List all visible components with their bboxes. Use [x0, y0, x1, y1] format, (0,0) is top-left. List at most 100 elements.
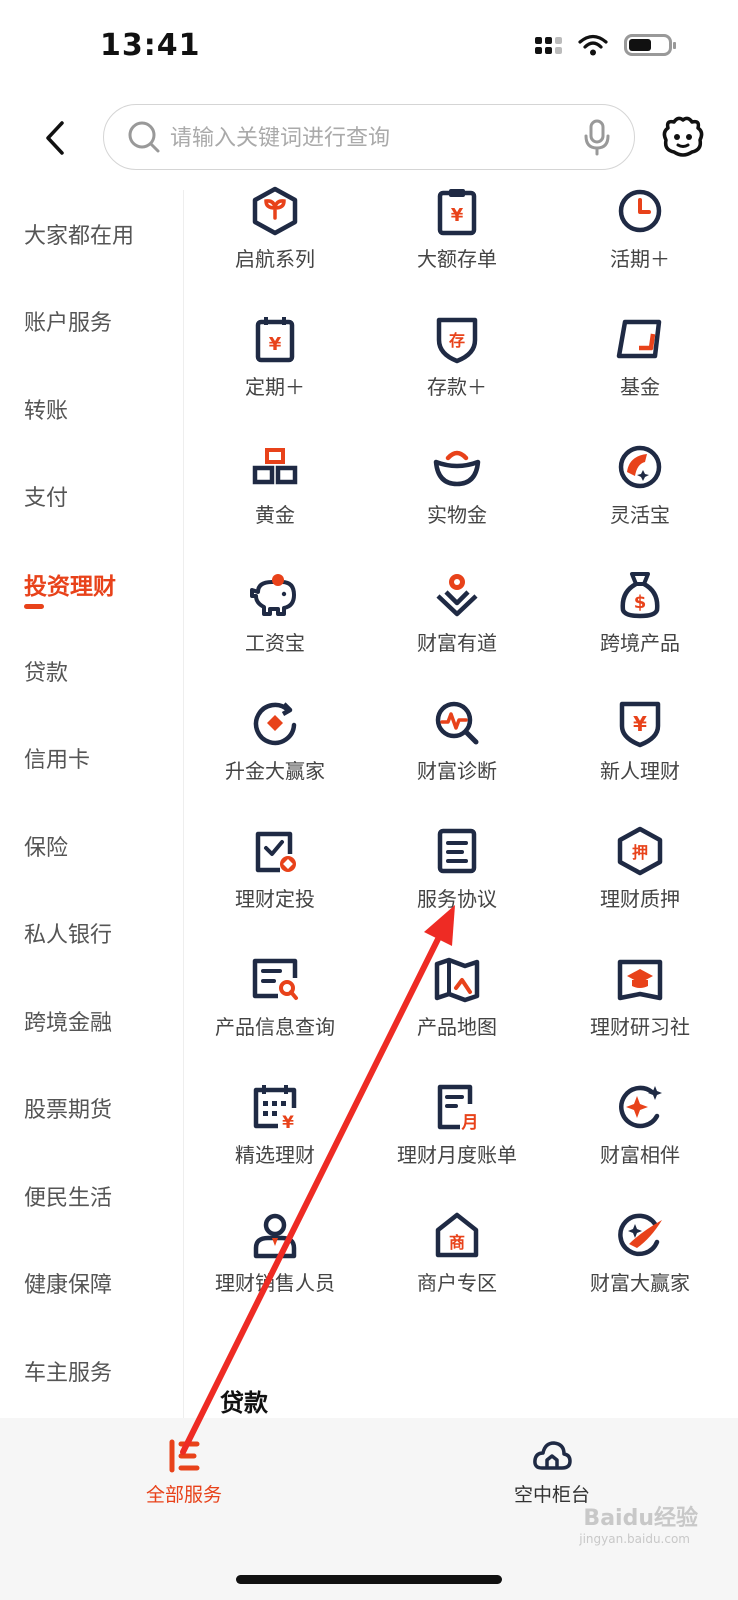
search-icon: [128, 121, 160, 153]
service-label: 商户专区: [417, 1271, 497, 1295]
location-diamond-icon: [436, 574, 478, 617]
category-sidebar: 大家都在用 账户服务 转账 支付 投资理财 贷款 信用卡 保险 私人银行 跨境金…: [0, 190, 184, 1420]
service-agreement[interactable]: 服务协议: [366, 826, 548, 912]
document-lines-icon: [437, 828, 477, 874]
service-label: 理财质押: [600, 887, 680, 911]
rocket-circle-icon: [618, 1213, 662, 1257]
service-rising-gold-winner[interactable]: 升金大赢家: [184, 698, 366, 784]
service-label: 理财销售人员: [215, 1271, 335, 1295]
service-label: 产品信息查询: [215, 1015, 335, 1039]
sidebar-item-loans[interactable]: 贷款: [24, 655, 68, 687]
service-qihang-series[interactable]: 启航系列: [184, 186, 366, 272]
status-time: 13:41: [100, 28, 201, 63]
sidebar-item-payment[interactable]: 支付: [24, 480, 68, 512]
service-label: 存款＋: [427, 375, 487, 399]
sidebar-item-life-services[interactable]: 便民生活: [24, 1180, 112, 1212]
service-newcomer-wealth[interactable]: ¥ 新人理财: [549, 698, 731, 784]
service-gold[interactable]: 黄金: [184, 442, 366, 528]
watermark-text: Baidu经验: [583, 1506, 698, 1531]
sidebar-item-credit-card[interactable]: 信用卡: [24, 742, 90, 774]
service-wealth-big-winner[interactable]: 财富大赢家: [549, 1210, 731, 1296]
assistant-robot-icon[interactable]: [660, 116, 706, 160]
sidebar-item-car-owner[interactable]: 车主服务: [24, 1355, 112, 1387]
sidebar-item-stocks-futures[interactable]: 股票期货: [24, 1092, 112, 1124]
search-bar[interactable]: [103, 104, 635, 170]
sidebar-item-popular[interactable]: 大家都在用: [24, 218, 134, 250]
service-demand-plus[interactable]: 活期＋: [549, 186, 731, 272]
service-wealth-companion[interactable]: 财富相伴: [549, 1082, 731, 1168]
service-large-deposit[interactable]: ¥ 大额存单: [366, 186, 548, 272]
service-wealth-way[interactable]: 财富有道: [366, 570, 548, 656]
tab-all-services[interactable]: 全部服务: [84, 1438, 284, 1507]
service-label: 理财定投: [235, 887, 315, 911]
back-arrow-icon[interactable]: [40, 118, 70, 158]
gold-bars-icon: [252, 448, 298, 485]
shield-yuan-icon: ¥: [619, 701, 661, 748]
sidebar-item-investment[interactable]: 投资理财: [24, 567, 116, 601]
section-heading-loans: 贷款: [220, 1389, 268, 1417]
sidebar-item-transfer[interactable]: 转账: [24, 393, 68, 425]
search-row: [0, 100, 738, 180]
sidebar-item-account-services[interactable]: 账户服务: [24, 305, 112, 337]
service-label: 大额存单: [417, 247, 497, 271]
service-salary-treasure[interactable]: 工资宝: [184, 570, 366, 656]
service-wealth-study-club[interactable]: 理财研习社: [549, 954, 731, 1040]
pledge-hexagon-icon: 押: [617, 826, 663, 876]
microphone-icon[interactable]: [582, 119, 612, 157]
service-label: 实物金: [427, 503, 487, 527]
calendar-yuan-icon: ¥: [255, 317, 295, 363]
service-deposit-plus[interactable]: 存 存款＋: [366, 314, 548, 400]
cloud-counter-icon: [533, 1441, 572, 1470]
tab-cloud-counter[interactable]: 空中柜台: [452, 1438, 652, 1507]
service-label: 跨境产品: [600, 631, 680, 655]
map-icon: [434, 957, 480, 1003]
service-monthly-statement[interactable]: 月 理财月度账单: [366, 1082, 548, 1168]
service-cross-border-products[interactable]: $ 跨境产品: [549, 570, 731, 656]
sidebar-item-insurance[interactable]: 保险: [24, 830, 68, 862]
search-input[interactable]: [168, 115, 552, 161]
service-label: 理财研习社: [590, 1015, 690, 1039]
service-fixed-plus[interactable]: ¥ 定期＋: [184, 314, 366, 400]
service-wealth-pledge[interactable]: 押 理财质押: [549, 826, 731, 912]
service-physical-gold[interactable]: 实物金: [366, 442, 548, 528]
bottom-tab-bar: 全部服务 空中柜台 Baidu经验 jingyan.baidu.com: [0, 1418, 738, 1600]
service-merchant-zone[interactable]: 商 商户专区: [366, 1210, 548, 1296]
service-product-info-query[interactable]: 产品信息查询: [184, 954, 366, 1040]
fund-frame-icon: [616, 319, 662, 359]
home-indicator[interactable]: [236, 1575, 502, 1584]
service-product-map[interactable]: 产品地图: [366, 954, 548, 1040]
service-label: 定期＋: [245, 375, 305, 399]
svg-text:¥: ¥: [633, 712, 647, 736]
graduation-cap-icon: [617, 959, 663, 1001]
sidebar-item-cross-border[interactable]: 跨境金融: [24, 1005, 112, 1037]
service-label: 产品地图: [417, 1015, 497, 1039]
sparkle-circle-icon: [619, 1085, 662, 1129]
all-services-icon: [169, 1439, 200, 1473]
service-flexible-treasure[interactable]: 灵活宝: [549, 442, 731, 528]
service-wealth-auto-invest[interactable]: 理财定投: [184, 826, 366, 912]
target-rotate-icon: [253, 702, 297, 746]
sidebar-item-private-banking[interactable]: 私人银行: [24, 917, 112, 949]
service-wealth-diagnosis[interactable]: 财富诊断: [366, 698, 548, 784]
service-selected-wealth[interactable]: ¥ 精选理财: [184, 1082, 366, 1168]
service-sales-staff[interactable]: 理财销售人员: [184, 1210, 366, 1296]
service-label: 财富相伴: [600, 1143, 680, 1167]
service-fund[interactable]: 基金: [549, 314, 731, 400]
service-label: 黄金: [255, 503, 295, 527]
service-label: 财富诊断: [417, 759, 497, 783]
clipboard-yuan-icon: ¥: [437, 189, 477, 236]
clock-icon: [618, 189, 662, 233]
tab-all-services-label: 全部服务: [145, 1484, 222, 1506]
sidebar-item-health[interactable]: 健康保障: [24, 1267, 112, 1299]
battery-icon: [624, 34, 676, 56]
svg-text:¥: ¥: [269, 334, 282, 355]
person-icon: [253, 1213, 297, 1259]
service-label: 精选理财: [235, 1143, 315, 1167]
sprout-hexagon-icon: [252, 186, 298, 236]
svg-text:存: 存: [449, 331, 465, 350]
checklist-clipboard-icon: [255, 831, 296, 873]
service-label: 活期＋: [610, 247, 670, 271]
svg-text:$: $: [634, 592, 647, 613]
wifi-icon: [578, 34, 608, 56]
flexible-treasure-icon: [618, 445, 662, 489]
